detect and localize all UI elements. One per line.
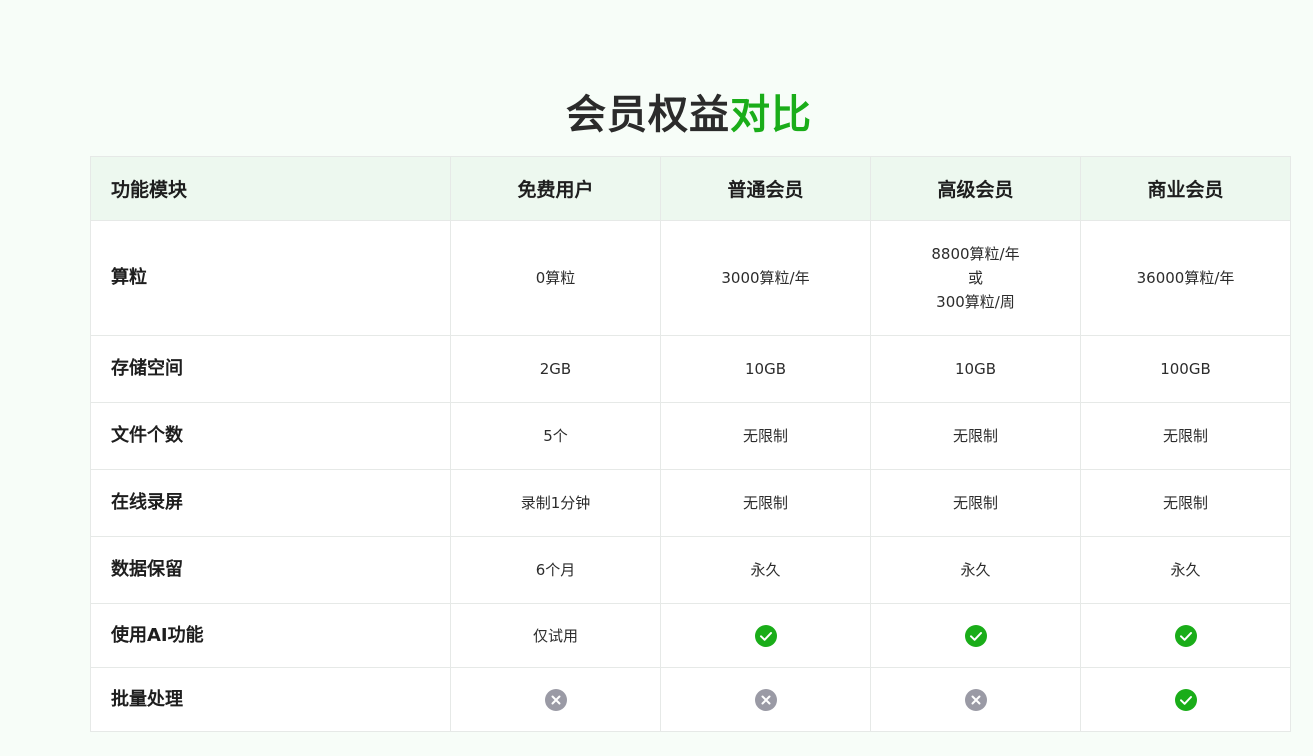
cell-regular: 永久 xyxy=(660,536,871,604)
cell-premium: 10GB xyxy=(870,335,1081,403)
cell-free: 5个 xyxy=(450,402,661,470)
cell-premium xyxy=(870,667,1081,732)
cell-premium-line: 或 xyxy=(967,269,983,287)
table-row-ai-features: 使用AI功能 仅试用 xyxy=(90,603,1291,668)
cell-free: 2GB xyxy=(450,335,661,403)
cross-icon xyxy=(754,689,777,711)
cell-premium: 永久 xyxy=(870,536,1081,604)
feature-name: 算粒 xyxy=(90,220,451,336)
feature-name: 在线录屏 xyxy=(90,469,451,537)
table-row-credits: 算粒 0算粒 3000算粒/年 8800算粒/年 或 300算粒/周 36000… xyxy=(90,220,1291,336)
feature-name: 批量处理 xyxy=(90,667,451,732)
page-title: 会员权益对比 xyxy=(0,89,1313,141)
cell-free: 录制1分钟 xyxy=(450,469,661,537)
feature-name: 文件个数 xyxy=(90,402,451,470)
cross-icon xyxy=(544,689,567,711)
check-icon xyxy=(754,625,777,647)
feature-name: 使用AI功能 xyxy=(90,603,451,668)
cell-free: 仅试用 xyxy=(450,603,661,668)
cell-regular xyxy=(660,603,871,668)
table-row-file-count: 文件个数 5个 无限制 无限制 无限制 xyxy=(90,402,1291,470)
cell-premium: 无限制 xyxy=(870,469,1081,537)
cross-icon xyxy=(964,689,987,711)
header-feature-module: 功能模块 xyxy=(90,156,451,221)
cell-regular: 无限制 xyxy=(660,402,871,470)
feature-name: 数据保留 xyxy=(90,536,451,604)
table-header-row: 功能模块 免费用户 普通会员 高级会员 商业会员 xyxy=(90,156,1291,221)
cell-regular xyxy=(660,667,871,732)
cell-regular: 3000算粒/年 xyxy=(660,220,871,336)
cell-premium: 8800算粒/年 或 300算粒/周 xyxy=(870,220,1081,336)
cell-business: 36000算粒/年 xyxy=(1080,220,1291,336)
cell-free: 0算粒 xyxy=(450,220,661,336)
cell-premium xyxy=(870,603,1081,668)
header-free-user: 免费用户 xyxy=(450,156,661,221)
cell-business: 无限制 xyxy=(1080,402,1291,470)
check-icon xyxy=(1174,625,1197,647)
feature-name: 存储空间 xyxy=(90,335,451,403)
header-regular-member: 普通会员 xyxy=(660,156,871,221)
cell-premium-line: 300算粒/周 xyxy=(936,293,1015,311)
cell-business: 100GB xyxy=(1080,335,1291,403)
cell-regular: 10GB xyxy=(660,335,871,403)
page-title-accent: 对比 xyxy=(730,91,812,138)
cell-business: 无限制 xyxy=(1080,469,1291,537)
cell-business xyxy=(1080,667,1291,732)
table-row-data-retention: 数据保留 6个月 永久 永久 永久 xyxy=(90,536,1291,604)
table-row-storage: 存储空间 2GB 10GB 10GB 100GB xyxy=(90,335,1291,403)
page-title-main: 会员权益 xyxy=(566,91,730,138)
cell-business xyxy=(1080,603,1291,668)
cell-premium: 无限制 xyxy=(870,402,1081,470)
cell-regular: 无限制 xyxy=(660,469,871,537)
header-business-member: 商业会员 xyxy=(1080,156,1291,221)
check-icon xyxy=(1174,689,1197,711)
table-row-batch-processing: 批量处理 xyxy=(90,667,1291,732)
cell-premium-line: 8800算粒/年 xyxy=(931,245,1020,263)
cell-free: 6个月 xyxy=(450,536,661,604)
check-icon xyxy=(964,625,987,647)
table-row-screen-recording: 在线录屏 录制1分钟 无限制 无限制 无限制 xyxy=(90,469,1291,537)
membership-comparison-table: 功能模块 免费用户 普通会员 高级会员 商业会员 算粒 0算粒 3000算粒/年… xyxy=(90,156,1291,732)
cell-business: 永久 xyxy=(1080,536,1291,604)
header-premium-member: 高级会员 xyxy=(870,156,1081,221)
cell-free xyxy=(450,667,661,732)
